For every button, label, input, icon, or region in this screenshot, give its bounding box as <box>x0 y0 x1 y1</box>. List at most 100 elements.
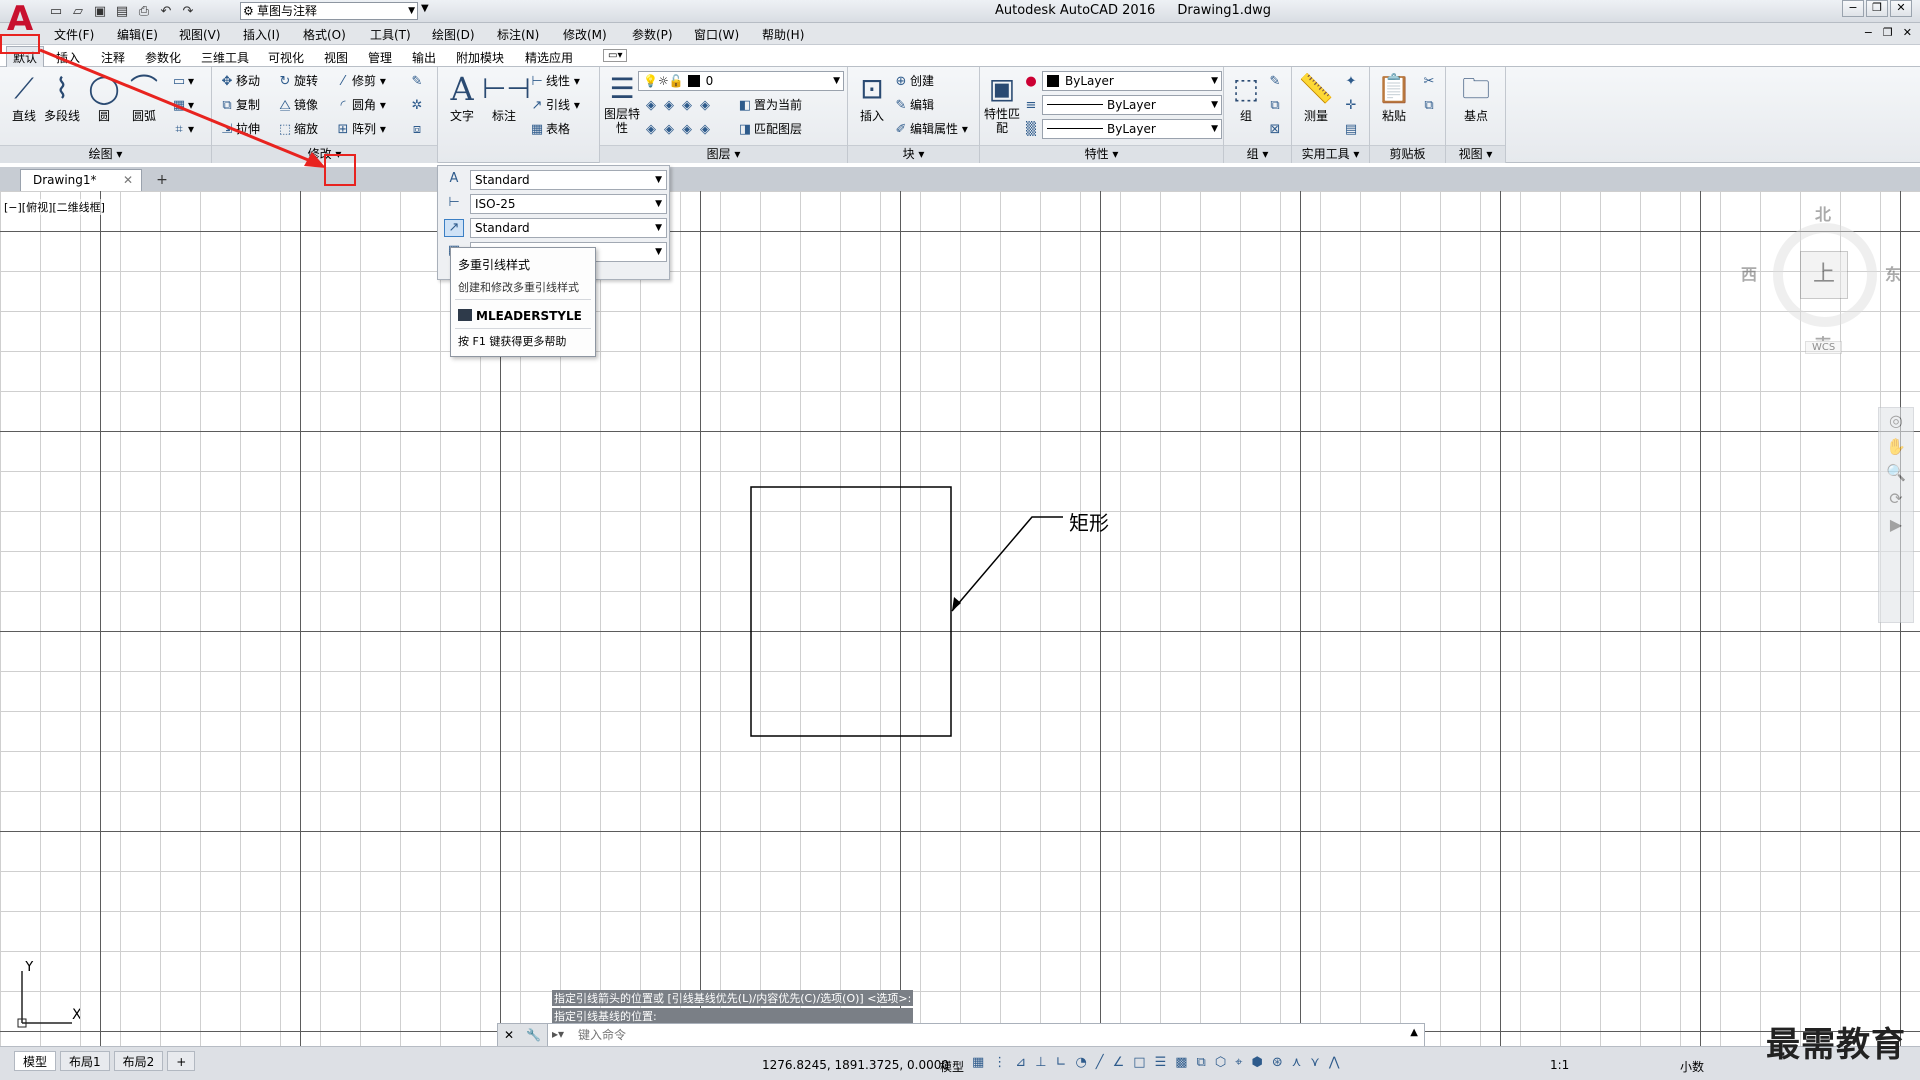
menu-window[interactable]: 窗口(W) <box>694 26 739 43</box>
edit-block-button[interactable]: ✎ 编辑 <box>892 95 934 115</box>
close-icon[interactable]: ✕ <box>504 1028 514 1042</box>
layer-tools-row2[interactable]: ◈ ◈ ◈ ◈ <box>642 119 714 139</box>
dim-style-icon[interactable]: ⊢ <box>444 195 464 213</box>
selection-filter-icon[interactable]: ⬢ <box>1252 1055 1263 1070</box>
tab-addins[interactable]: 附加模块 <box>456 49 504 66</box>
gizmo-icon[interactable]: ⊛ <box>1272 1055 1283 1070</box>
text-style-select[interactable]: Standard ▼ <box>470 170 667 190</box>
dynamic-input-icon[interactable]: ⊥ <box>1035 1055 1046 1070</box>
dimension-button[interactable]: ⊢⊣ 标注 <box>482 71 531 124</box>
compass-west[interactable]: 西 <box>1741 261 1757 285</box>
close-button[interactable]: ✕ <box>1890 0 1912 17</box>
infer-constraints-icon[interactable]: ⊿ <box>1015 1055 1026 1070</box>
edit-attributes-button[interactable]: ✐ 编辑属性 ▾ <box>892 119 968 139</box>
menu-modify[interactable]: 修改(M) <box>563 26 607 43</box>
dynamic-ucs-icon[interactable]: ⌖ <box>1235 1055 1242 1070</box>
leader-line[interactable] <box>951 516 1063 612</box>
lineweight-icon[interactable]: ≡ <box>1022 95 1040 115</box>
table-button[interactable]: ▦ 表格 <box>528 119 570 139</box>
polar-icon[interactable]: ◔ <box>1075 1055 1086 1070</box>
doc-minimize-button[interactable]: − <box>1864 26 1873 39</box>
measure-button[interactable]: 📏 测量 <box>1294 71 1338 124</box>
doc-restore-button[interactable]: ❐ <box>1883 26 1893 39</box>
color-select[interactable]: ByLayer ▼ <box>1042 71 1222 91</box>
units-value[interactable]: 小数 <box>1680 1058 1704 1075</box>
insert-block-button[interactable]: ⊡ 插入 <box>850 71 894 124</box>
lineweight-select[interactable]: ByLayer ▼ <box>1042 119 1222 139</box>
model-space-toggle[interactable]: 模型 <box>940 1058 964 1075</box>
pan-icon[interactable]: ✋ <box>1879 434 1913 460</box>
leader-text[interactable]: 矩形 <box>1069 507 1109 536</box>
object-snap-icon[interactable]: □ <box>1133 1055 1145 1070</box>
grid-icon[interactable]: ▦ <box>972 1055 984 1070</box>
quick-select-icon[interactable]: ✦ <box>1342 71 1360 91</box>
viewcube[interactable]: 北 南 东 西 上 WCS <box>1735 201 1901 371</box>
layer-select[interactable]: 💡☼🔓 0 ▼ <box>638 71 844 91</box>
layer-tools-row1[interactable]: ◈ ◈ ◈ ◈ <box>642 95 714 115</box>
point-icon[interactable]: ✛ <box>1342 95 1360 115</box>
chevron-up-icon[interactable]: ▲ <box>1410 1027 1418 1038</box>
panel-groups-title[interactable]: 组 ▾ <box>1224 145 1291 163</box>
ungroup-icon[interactable]: ⧉ <box>1266 95 1284 115</box>
paste-button[interactable]: 📋 粘贴 <box>1372 71 1416 124</box>
layout-tab-layout2[interactable]: 布局2 <box>113 1051 164 1071</box>
compass-north[interactable]: 北 <box>1815 201 1831 225</box>
linetype-select[interactable]: ByLayer ▼ <box>1042 95 1222 115</box>
mleader-style-select[interactable]: Standard ▼ <box>470 218 667 238</box>
command-prompt-icon[interactable]: ▸▾ <box>552 1027 564 1041</box>
qat-customize-icon[interactable]: ▼ <box>421 3 429 14</box>
copy-clip-icon[interactable]: ⧉ <box>1420 95 1438 115</box>
minimize-button[interactable]: − <box>1842 0 1864 17</box>
orbit-icon[interactable]: ⟳ <box>1879 486 1913 512</box>
3d-osnap-icon[interactable]: ⬡ <box>1215 1055 1226 1070</box>
annotation-visibility-icon[interactable]: ⋏ <box>1292 1055 1302 1070</box>
annotation-scale-icon[interactable]: ⋀ <box>1329 1055 1340 1070</box>
selection-cycling-icon[interactable]: ⧉ <box>1197 1055 1206 1070</box>
match-properties-button[interactable]: ▣ 特性匹配 <box>980 71 1024 135</box>
cut-icon[interactable]: ✂ <box>1420 71 1438 91</box>
auto-scale-icon[interactable]: ⋎ <box>1310 1055 1320 1070</box>
viewcube-face-top[interactable]: 上 <box>1800 251 1848 299</box>
annotation-scale-value[interactable]: 1:1 <box>1550 1058 1569 1072</box>
ortho-icon[interactable]: ∟ <box>1056 1055 1067 1070</box>
leader-button[interactable]: ↗ 引线 ▾ <box>528 95 580 115</box>
lineweight-toggle-icon[interactable]: ☰ <box>1155 1055 1167 1070</box>
add-layout-button[interactable]: + <box>167 1051 196 1071</box>
zoom-icon[interactable]: 🔍 <box>1879 460 1913 486</box>
wrench-icon[interactable]: 🔧 <box>526 1028 541 1042</box>
showmotion-icon[interactable]: ▶ <box>1879 512 1913 538</box>
offset-button[interactable]: ⧈ <box>408 119 426 139</box>
menu-dimension[interactable]: 标注(N) <box>497 26 539 43</box>
match-layer-button[interactable]: ◨ 匹配图层 <box>736 119 802 139</box>
application-menu-button[interactable]: A <box>2 2 38 38</box>
dim-style-select[interactable]: ISO-25 ▼ <box>470 194 667 214</box>
color-wheel-icon[interactable]: ● <box>1022 71 1040 91</box>
command-input[interactable] <box>578 1026 1378 1044</box>
steering-wheel-icon[interactable]: ◎ <box>1879 408 1913 434</box>
panel-utilities-title[interactable]: 实用工具 ▾ <box>1292 145 1369 163</box>
calculator-icon[interactable]: ▤ <box>1342 119 1360 139</box>
panel-layers-title[interactable]: 图层 ▾ <box>600 145 847 163</box>
menu-draw[interactable]: 绘图(D) <box>432 26 475 43</box>
panel-view-title[interactable]: 视图 ▾ <box>1446 145 1505 163</box>
text-button[interactable]: A 文字 <box>440 71 484 124</box>
panel-block-title[interactable]: 块 ▾ <box>848 145 979 163</box>
mleader-style-icon[interactable]: ↗ <box>444 219 464 237</box>
menu-parametric[interactable]: 参数(P) <box>632 26 673 43</box>
transparency-toggle-icon[interactable]: ▩ <box>1175 1055 1187 1070</box>
layout-tab-layout1[interactable]: 布局1 <box>60 1051 110 1071</box>
rectangle-shape[interactable] <box>750 486 952 737</box>
group-select-icon[interactable]: ⊠ <box>1266 119 1284 139</box>
tab-output[interactable]: 输出 <box>412 49 436 66</box>
ribbon-display-toggle-icon[interactable]: ▭▾ <box>603 49 628 62</box>
panel-properties-title[interactable]: 特性 ▾ <box>980 145 1223 163</box>
restore-button[interactable]: ❐ <box>1866 0 1888 17</box>
panel-clipboard-title[interactable]: 剪贴板 <box>1370 145 1445 163</box>
make-current-button[interactable]: ◧ 置为当前 <box>736 95 802 115</box>
object-snap-tracking-icon[interactable]: ∠ <box>1113 1055 1125 1070</box>
menu-help[interactable]: 帮助(H) <box>762 26 804 43</box>
wcs-menu[interactable]: WCS <box>1805 341 1843 354</box>
isodraft-icon[interactable]: ╱ <box>1096 1055 1104 1070</box>
group-edit-icon[interactable]: ✎ <box>1266 71 1284 91</box>
text-style-icon[interactable]: A <box>444 171 464 189</box>
